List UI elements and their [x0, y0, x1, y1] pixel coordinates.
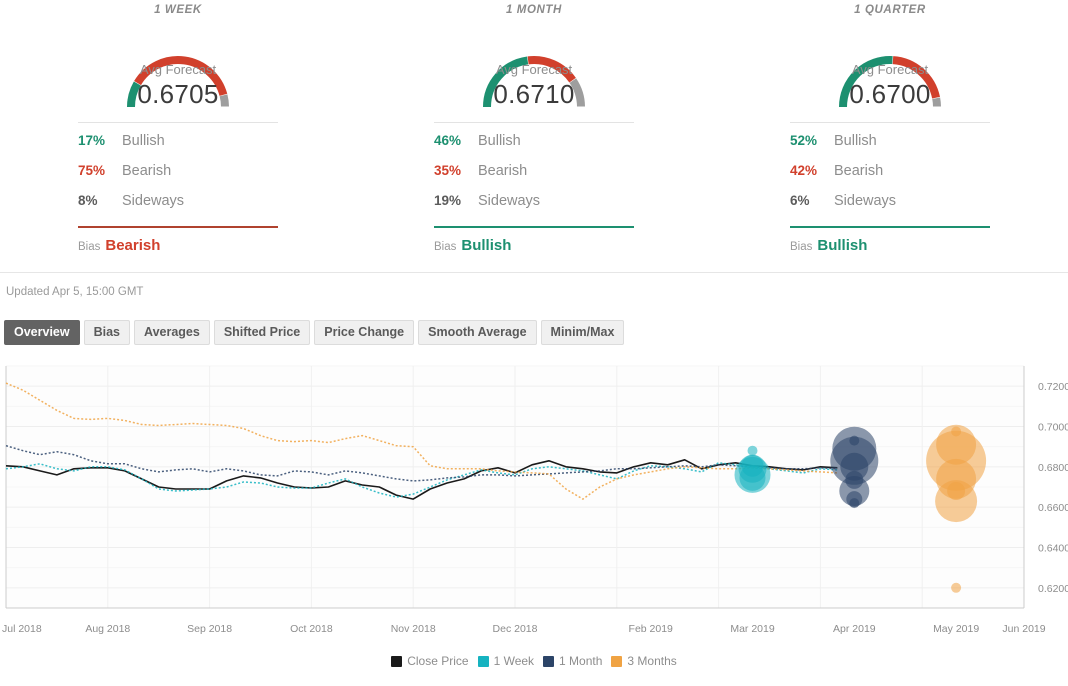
legend-item-close-price[interactable]: Close Price	[391, 654, 468, 668]
svg-text:0.6200: 0.6200	[1038, 583, 1068, 595]
sideways-percent: 19%	[434, 193, 478, 208]
bullish-label: Bullish	[834, 133, 877, 149]
legend-item-1-month[interactable]: 1 Month	[543, 654, 602, 668]
forecast-panel-1-quarter: 1 QUARTER Avg Forecast 0.6700 52% Bullis…	[712, 0, 1068, 272]
legend-label: Close Price	[407, 654, 468, 668]
bullish-percent: 46%	[434, 133, 478, 148]
svg-text:0.7200: 0.7200	[1038, 381, 1068, 393]
bullish-label: Bullish	[478, 133, 521, 149]
stat-row-bullish: 52% Bullish	[790, 133, 990, 163]
svg-text:Mar 2019: Mar 2019	[730, 623, 775, 635]
stat-row-sideways: 8% Sideways	[78, 193, 278, 223]
stat-row-bearish: 42% Bearish	[790, 163, 990, 193]
legend-label: 1 Week	[494, 654, 534, 668]
svg-text:Jun 2019: Jun 2019	[1002, 623, 1045, 635]
svg-text:0.6400: 0.6400	[1038, 543, 1068, 555]
bullish-percent: 17%	[78, 133, 122, 148]
stat-row-sideways: 6% Sideways	[790, 193, 990, 223]
gauge-arc-svg	[444, 16, 624, 112]
chart-svg: 0.7200 0.7000 0.6800 0.6600 0.6400 0.6200 Jul …	[0, 356, 1068, 646]
gauge-arc-svg	[88, 16, 268, 112]
bias-row: Bias Bearish	[78, 228, 278, 254]
bullish-percent: 52%	[790, 133, 834, 148]
updated-timestamp: Updated Apr 5, 15:00 GMT	[0, 273, 1068, 298]
tab-bias[interactable]: Bias	[84, 320, 130, 345]
svg-text:Oct 2018: Oct 2018	[290, 623, 333, 635]
bias-key: Bias	[78, 241, 100, 253]
chart-view-tabs: OverviewBiasAveragesShifted PricePrice C…	[0, 298, 1068, 345]
stat-row-bearish: 35% Bearish	[434, 163, 634, 193]
svg-text:0.6800: 0.6800	[1038, 462, 1068, 474]
bias-value: Bullish	[817, 237, 867, 254]
bullish-label: Bullish	[122, 133, 165, 149]
sideways-label: Sideways	[834, 193, 896, 209]
bias-row: Bias Bullish	[434, 228, 634, 254]
sentiment-stats: 17% Bullish 75% Bearish 8% Sideways Bias…	[78, 122, 278, 254]
stat-row-sideways: 19% Sideways	[434, 193, 634, 223]
sideways-label: Sideways	[478, 193, 540, 209]
bias-value: Bearish	[105, 237, 160, 254]
svg-text:May 2019: May 2019	[933, 623, 979, 635]
sentiment-stats: 52% Bullish 42% Bearish 6% Sideways Bias…	[790, 122, 990, 254]
legend-label: 1 Month	[559, 654, 602, 668]
legend-swatch-icon	[478, 656, 489, 667]
svg-text:0.7000: 0.7000	[1038, 422, 1068, 434]
sentiment-stats: 46% Bullish 35% Bearish 19% Sideways Bia…	[434, 122, 634, 254]
tab-overview[interactable]: Overview	[4, 320, 80, 345]
bias-key: Bias	[434, 241, 456, 253]
svg-text:Apr 2019: Apr 2019	[833, 623, 876, 635]
bias-row: Bias Bullish	[790, 228, 990, 254]
svg-text:Nov 2018: Nov 2018	[391, 623, 436, 635]
legend-item-3-months[interactable]: 3 Months	[611, 654, 676, 668]
panel-title: 1 MONTH	[356, 0, 712, 16]
forecast-panel-1-month: 1 MONTH Avg Forecast 0.6710 46% Bullish …	[356, 0, 712, 272]
panel-title: 1 QUARTER	[712, 0, 1068, 16]
panel-title: 1 WEEK	[0, 0, 356, 16]
gauge-1-week: Avg Forecast 0.6705	[0, 16, 356, 112]
tab-smooth-average[interactable]: Smooth Average	[418, 320, 536, 345]
forecast-chart: 0.7200 0.7000 0.6800 0.6600 0.6400 0.6200 Jul …	[0, 356, 1068, 656]
sideways-percent: 6%	[790, 193, 834, 208]
legend-swatch-icon	[543, 656, 554, 667]
forecast-panel-1-week: 1 WEEK Avg Forecast 0.6705 17% Bullish 7…	[0, 0, 356, 272]
svg-text:Jul 2018: Jul 2018	[2, 623, 42, 635]
legend-item-1-week[interactable]: 1 Week	[478, 654, 534, 668]
stat-row-bullish: 17% Bullish	[78, 133, 278, 163]
gauge-1-month: Avg Forecast 0.6710	[356, 16, 712, 112]
gauge-arc-svg	[800, 16, 980, 112]
bearish-percent: 75%	[78, 163, 122, 178]
svg-text:Feb 2019: Feb 2019	[629, 623, 674, 635]
forecast-panels: 1 WEEK Avg Forecast 0.6705 17% Bullish 7…	[0, 0, 1068, 272]
stat-row-bullish: 46% Bullish	[434, 133, 634, 163]
bias-value: Bullish	[461, 237, 511, 254]
tab-averages[interactable]: Averages	[134, 320, 210, 345]
bearish-label: Bearish	[122, 163, 171, 179]
tab-shifted-price[interactable]: Shifted Price	[214, 320, 310, 345]
stat-row-bearish: 75% Bearish	[78, 163, 278, 193]
bearish-percent: 35%	[434, 163, 478, 178]
tab-price-change[interactable]: Price Change	[314, 320, 414, 345]
bearish-label: Bearish	[478, 163, 527, 179]
bearish-label: Bearish	[834, 163, 883, 179]
svg-text:Dec 2018: Dec 2018	[493, 623, 538, 635]
sideways-percent: 8%	[78, 193, 122, 208]
tab-minim-max[interactable]: Minim/Max	[541, 320, 625, 345]
legend-swatch-icon	[611, 656, 622, 667]
bias-key: Bias	[790, 241, 812, 253]
legend-label: 3 Months	[627, 654, 676, 668]
bearish-percent: 42%	[790, 163, 834, 178]
gauge-1-quarter: Avg Forecast 0.6700	[712, 16, 1068, 112]
svg-text:Sep 2018: Sep 2018	[187, 623, 232, 635]
legend-swatch-icon	[391, 656, 402, 667]
chart-legend: Close Price 1 Week 1 Month 3 Months	[0, 654, 1068, 668]
svg-text:0.6600: 0.6600	[1038, 502, 1068, 514]
sideways-label: Sideways	[122, 193, 184, 209]
svg-text:Aug 2018: Aug 2018	[85, 623, 130, 635]
